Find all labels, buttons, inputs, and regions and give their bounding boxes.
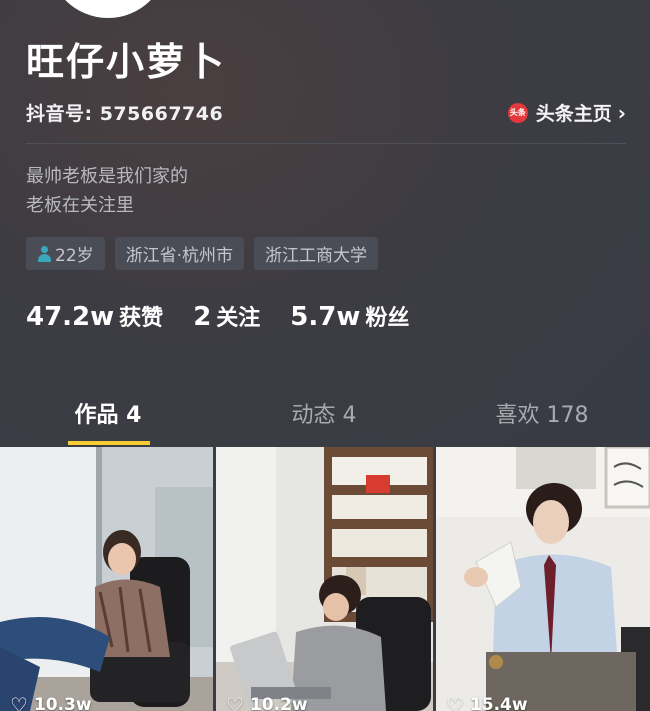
video-like-count: ♡ 15.4w [446,693,528,711]
divider [26,143,626,144]
video-thumbnail[interactable]: ♡ 15.4w [436,447,650,711]
bio-line: 老板在关注里 [26,195,134,216]
like-count-value: 10.3w [33,695,92,711]
tab-works[interactable]: 作品 4 [0,397,216,429]
following-count: 2 [193,302,212,332]
person-icon [37,245,51,262]
heart-icon: ♡ [226,693,244,711]
heart-icon: ♡ [446,693,464,711]
followers-stat[interactable]: 5.7w 粉丝 [290,300,409,332]
following-label: 关注 [216,306,261,331]
profile-name: 旺仔小萝卜 [26,40,227,84]
likes-count: 47.2w [26,302,115,332]
profile-tabs: 作品 4 动态 4 喜欢 178 [0,392,650,447]
tab-dynamics[interactable]: 动态 4 [216,397,432,429]
location-tag: 浙江省·杭州市 [114,237,245,270]
toutiao-link-label: 头条主页 [535,103,612,125]
age-label: 22岁 [55,246,94,266]
age-tag: 22岁 [26,237,105,270]
likes-stat[interactable]: 47.2w 获赞 [26,300,163,332]
like-count-value: 15.4w [469,695,528,711]
bio-line: 最帅老板是我们家的 [26,166,188,187]
likes-label: 获赞 [119,306,164,331]
video-like-count: ♡ 10.3w [10,693,92,711]
video-thumbnail-image [0,447,213,711]
like-count-value: 10.2w [249,695,308,711]
profile-tags: 22岁 浙江省·杭州市 浙江工商大学 [26,237,379,270]
video-like-count: ♡ 10.2w [226,693,308,711]
following-stat[interactable]: 2 关注 [193,300,260,332]
followers-count: 5.7w [290,302,361,332]
toutiao-logo-icon: 头条 [507,102,528,123]
video-thumbnail[interactable]: ♡ 10.2w [216,447,433,711]
video-thumbnail[interactable]: ♡ 10.3w [0,447,213,711]
chevron-right-icon: › [617,100,626,125]
douyin-id: 抖音号: 575667746 [26,103,224,125]
active-tab-indicator [68,441,150,445]
school-tag: 浙江工商大学 [254,237,379,270]
bio: 最帅老板是我们家的 老板在关注里 [26,162,188,220]
profile-stats: 47.2w 获赞 2 关注 5.7w 粉丝 [26,300,409,332]
toutiao-homepage-link[interactable]: 头条 头条主页 › [507,99,626,126]
video-thumbnail-image [436,447,650,711]
video-thumbnail-image [216,447,433,711]
video-grid: ♡ 10.3w ♡ 10.2w ♡ 15.4w [0,447,650,711]
followers-label: 粉丝 [365,306,410,331]
heart-icon: ♡ [10,693,28,711]
tab-favorites[interactable]: 喜欢 178 [434,397,650,429]
